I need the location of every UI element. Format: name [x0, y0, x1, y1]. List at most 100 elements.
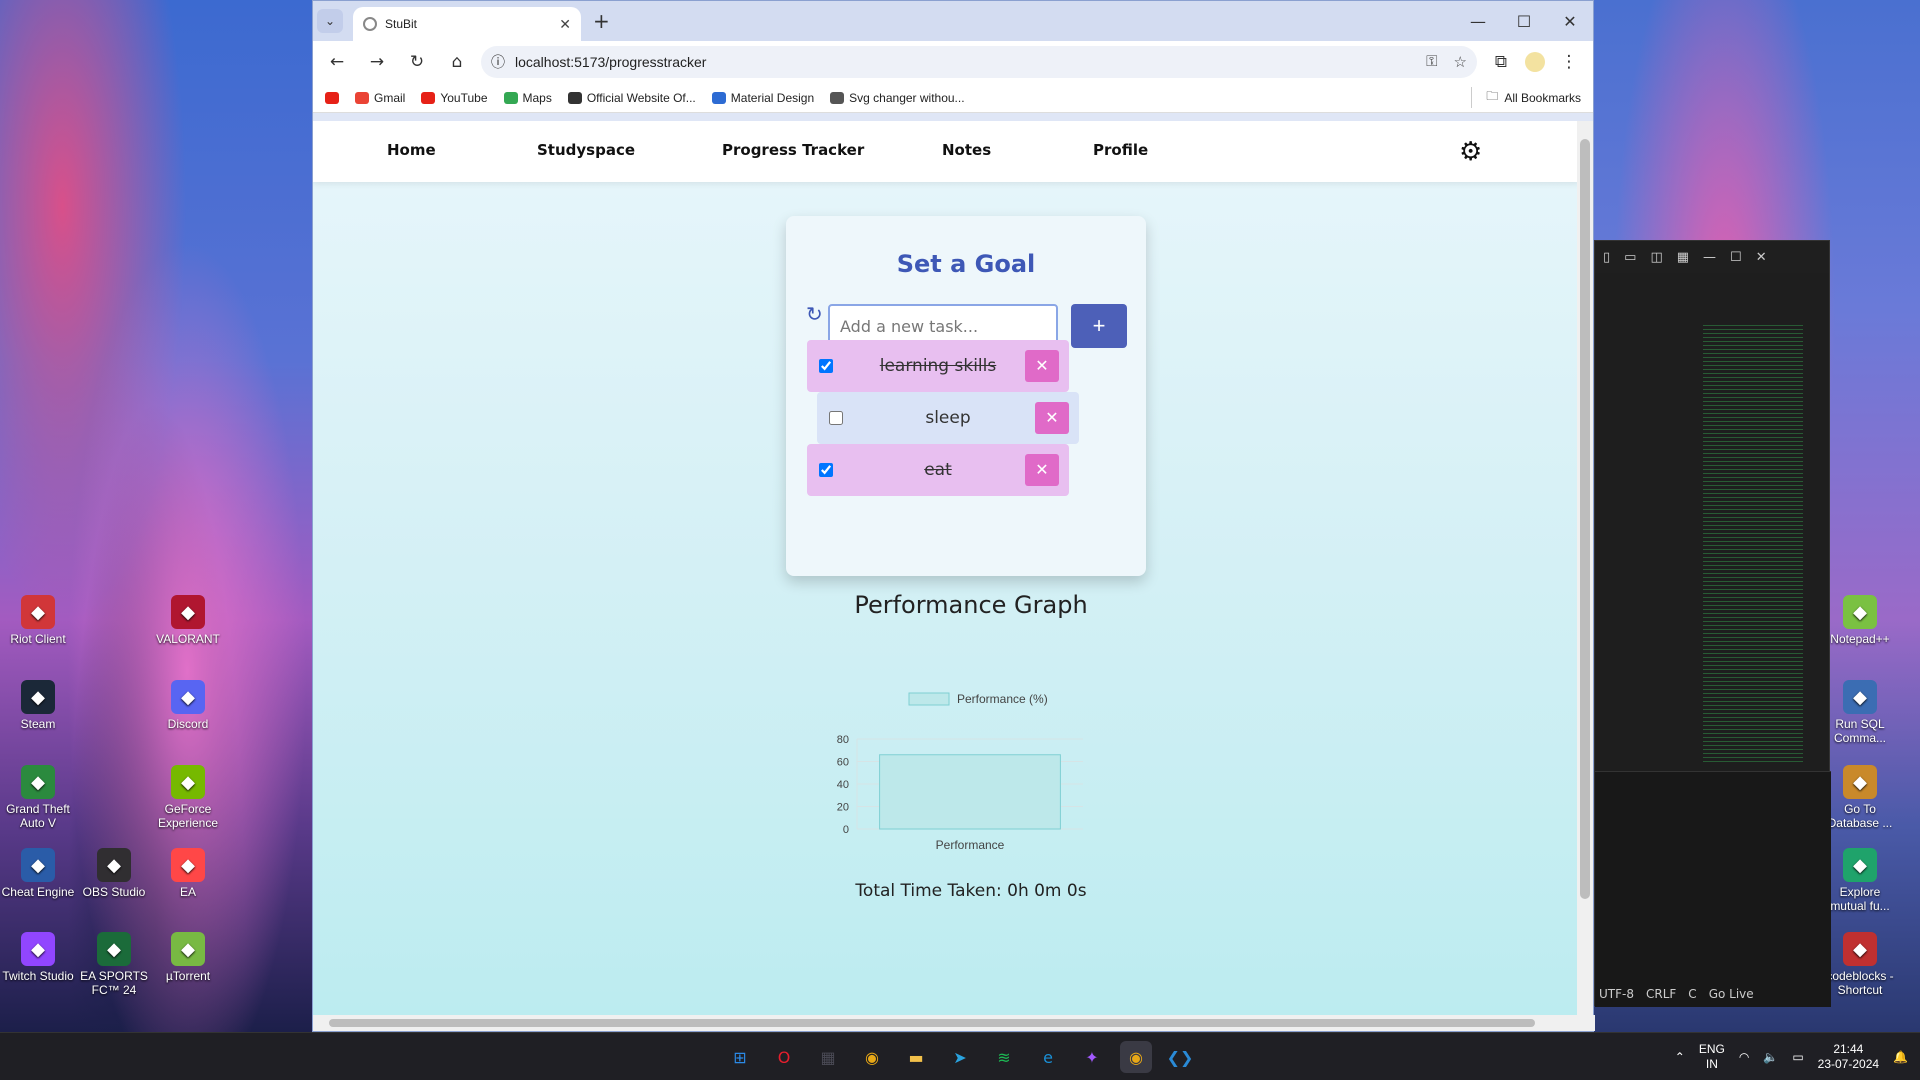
opera-icon[interactable]: O [768, 1041, 800, 1073]
nav-progress-tracker[interactable]: Progress Tracker [722, 141, 864, 159]
desktop-icon-go-to-database[interactable]: ◆ Go To Database ... [1822, 765, 1898, 830]
vscode-window[interactable]: ▯ ▭ ◫ ▦ — ☐ ✕ UTF-8 CRLF C Go Live [1594, 240, 1831, 1007]
telegram-icon[interactable]: ➤ [944, 1041, 976, 1073]
status-encoding[interactable]: UTF-8 [1599, 987, 1634, 1001]
gear-icon[interactable]: ⚙ [1459, 137, 1482, 167]
battery-icon[interactable]: ▭ [1792, 1050, 1803, 1064]
desktop-icon-label: GeForce Experience [157, 802, 219, 830]
delete-task-button[interactable]: ✕ [1035, 402, 1069, 434]
nav-home[interactable]: Home [387, 141, 436, 159]
maximize-icon[interactable]: ☐ [1730, 250, 1742, 265]
tab-search-button[interactable]: ⌄ [317, 9, 343, 33]
maximize-icon[interactable]: ☐ [1501, 1, 1547, 41]
extensions-icon[interactable]: ⧉ [1485, 46, 1517, 78]
profile-avatar[interactable] [1525, 52, 1545, 72]
nav-profile[interactable]: Profile [1093, 141, 1148, 159]
chrome-icon[interactable]: ◉ [856, 1041, 888, 1073]
forward-icon[interactable]: → [361, 46, 393, 78]
close-icon[interactable]: ✕ [559, 16, 571, 33]
horizontal-scrollbar[interactable] [313, 1015, 1595, 1031]
menu-kebab-icon[interactable]: ⋮ [1553, 46, 1585, 78]
app-icon: ◆ [171, 595, 205, 629]
refresh-icon[interactable]: ↻ [806, 302, 823, 326]
desktop-icon-torrent[interactable]: ◆ µTorrent [150, 932, 226, 983]
split-icon[interactable]: ◫ [1650, 250, 1662, 265]
vscode-icon[interactable]: ❮❯ [1164, 1041, 1196, 1073]
scroll-thumb[interactable] [1580, 139, 1590, 899]
language-indicator[interactable]: ENG IN [1699, 1042, 1725, 1072]
store-icon[interactable]: ▦ [812, 1041, 844, 1073]
bookmark-official-website-of[interactable]: Official Website Of... [567, 91, 696, 105]
bookmark-material-design[interactable]: Material Design [711, 91, 814, 105]
desktop-icon-run-sql-comma[interactable]: ◆ Run SQL Comma... [1822, 680, 1898, 745]
status-language[interactable]: C [1688, 987, 1696, 1001]
address-bar[interactable]: ⓘ localhost:5173/progresstracker ⚿ ☆ [481, 46, 1477, 78]
delete-task-button[interactable]: ✕ [1025, 454, 1059, 486]
close-icon[interactable]: ✕ [1756, 250, 1767, 265]
desktop-icon-label: Grand Theft Auto V [6, 802, 70, 830]
y-tick-label: 60 [837, 757, 849, 769]
site-info-icon[interactable]: ⓘ [491, 52, 505, 72]
minimize-icon[interactable]: — [1703, 250, 1716, 265]
edge-icon[interactable]: e [1032, 1041, 1064, 1073]
task-checkbox[interactable] [819, 359, 833, 373]
minimap[interactable] [1703, 325, 1803, 765]
all-bookmarks[interactable]: 🗀 All Bookmarks [1471, 87, 1581, 108]
desktop-icon-codeblocks-shortcut[interactable]: ◆ codeblocks - Shortcut [1822, 932, 1898, 997]
chevron-up-icon[interactable]: ⌃ [1675, 1050, 1685, 1064]
nav-notes[interactable]: Notes [942, 141, 991, 159]
bookmark-maps[interactable]: Maps [503, 91, 552, 105]
desktop-icon-riot-client[interactable]: ◆ Riot Client [0, 595, 76, 646]
delete-task-button[interactable]: ✕ [1025, 350, 1059, 382]
star-icon[interactable]: ☆ [1454, 53, 1467, 71]
bookmark-youtube[interactable]: YouTube [421, 91, 488, 105]
desktop-icon-valorant[interactable]: ◆ VALORANT [150, 595, 226, 646]
spotify-icon[interactable]: ≋ [988, 1041, 1020, 1073]
grid-icon[interactable]: ▦ [1677, 250, 1689, 265]
scroll-thumb[interactable] [329, 1019, 1535, 1027]
bookmark-svg-changer-withou[interactable]: Svg changer withou... [830, 91, 965, 105]
chrome-active-icon[interactable]: ◉ [1120, 1041, 1152, 1073]
clock[interactable]: 21:44 23-07-2024 [1818, 1042, 1879, 1072]
desktop-icon-obs-studio[interactable]: ◆ OBS Studio [76, 848, 152, 899]
status-go-live[interactable]: Go Live [1709, 987, 1754, 1001]
desktop-icon-ea[interactable]: ◆ EA [150, 848, 226, 899]
desktop-icon-explore-mutual-fu[interactable]: ◆ Explore mutual fu... [1822, 848, 1898, 913]
reload-icon[interactable]: ↻ [401, 46, 433, 78]
desktop-icon-cheat-engine[interactable]: ◆ Cheat Engine [0, 848, 76, 899]
minimize-icon[interactable]: — [1455, 1, 1501, 41]
layout-icon[interactable]: ▯ [1603, 250, 1610, 265]
windows-start-icon[interactable]: ⊞ [724, 1041, 756, 1073]
vertical-scrollbar[interactable] [1577, 121, 1593, 1017]
panel-icon[interactable]: ▭ [1624, 250, 1636, 265]
key-icon[interactable]: ⚿ [1426, 53, 1437, 71]
task-checkbox[interactable] [829, 411, 843, 425]
desktop-icon-discord[interactable]: ◆ Discord [150, 680, 226, 731]
new-tab-button[interactable]: + [593, 9, 610, 33]
url-text[interactable]: localhost:5173/progresstracker [515, 54, 706, 70]
notification-icon[interactable]: 🔔 [1893, 1050, 1908, 1064]
home-icon[interactable]: ⌂ [441, 46, 473, 78]
app-icon: ◆ [21, 595, 55, 629]
back-icon[interactable]: ← [321, 46, 353, 78]
desktop-icon-grand-theft-auto-v[interactable]: ◆ Grand Theft Auto V [0, 765, 76, 830]
tab-stubit[interactable]: StuBit ✕ [353, 7, 581, 41]
task-checkbox[interactable] [819, 463, 833, 477]
bookmark-youtube-shortcut[interactable] [325, 91, 339, 104]
close-icon[interactable]: ✕ [1547, 1, 1593, 41]
figma-icon[interactable]: ✦ [1076, 1041, 1108, 1073]
vscode-panel[interactable] [1595, 771, 1831, 1007]
desktop-icon-ea-sports-fc-24[interactable]: ◆ EA SPORTS FC™ 24 [76, 932, 152, 997]
bookmark-gmail[interactable]: Gmail [355, 91, 405, 105]
desktop-icon-twitch-studio[interactable]: ◆ Twitch Studio [0, 932, 76, 983]
browser-window: ⌄ StuBit ✕ + — ☐ ✕ ← → ↻ ⌂ ⓘ localhost:5… [312, 0, 1595, 1032]
wifi-icon[interactable]: ◠ [1739, 1050, 1749, 1064]
desktop-icon-geforce-experience[interactable]: ◆ GeForce Experience [150, 765, 226, 830]
volume-icon[interactable]: 🔈 [1763, 1050, 1778, 1064]
nav-studyspace[interactable]: Studyspace [537, 141, 635, 159]
add-task-button[interactable]: + [1071, 304, 1127, 348]
desktop-icon-steam[interactable]: ◆ Steam [0, 680, 76, 731]
file-explorer-icon[interactable]: ▬ [900, 1041, 932, 1073]
status-eol[interactable]: CRLF [1646, 987, 1676, 1001]
desktop-icon-notepad[interactable]: ◆ Notepad++ [1822, 595, 1898, 646]
